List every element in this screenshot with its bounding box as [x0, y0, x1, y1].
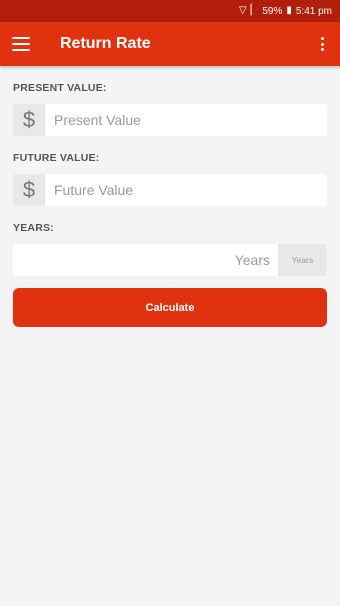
status-bar: ▽ ▏ 59% ▮ 5:41 pm [0, 0, 340, 22]
present-value-input[interactable] [45, 104, 327, 136]
present-value-group: $ [13, 104, 327, 136]
years-suffix: Years [278, 244, 327, 276]
battery-icon: ▮ [286, 5, 292, 16]
status-time: 5:41 pm [295, 5, 332, 17]
form-content: PRESENT VALUE: $ FUTURE VALUE: $ YEARS: … [0, 82, 340, 327]
page-title: Return Rate [60, 35, 151, 52]
battery-percent: 59% [262, 5, 283, 17]
present-value-label: PRESENT VALUE: [13, 82, 107, 94]
signal-icon: ▏ [250, 5, 259, 16]
dollar-icon: $ [13, 104, 45, 136]
calculate-button[interactable]: Calculate [13, 288, 327, 327]
years-label: YEARS: [13, 222, 54, 234]
more-vert-icon[interactable] [316, 36, 328, 52]
years-input[interactable] [13, 244, 278, 276]
years-group: Years [13, 244, 327, 276]
wifi-icon: ▽ [238, 5, 247, 16]
dollar-icon: $ [13, 174, 45, 206]
app-bar: Return Rate [0, 22, 340, 66]
future-value-group: $ [13, 174, 327, 206]
hamburger-menu-icon[interactable] [12, 37, 30, 51]
future-value-input[interactable] [45, 174, 327, 206]
future-value-label: FUTURE VALUE: [13, 152, 100, 164]
